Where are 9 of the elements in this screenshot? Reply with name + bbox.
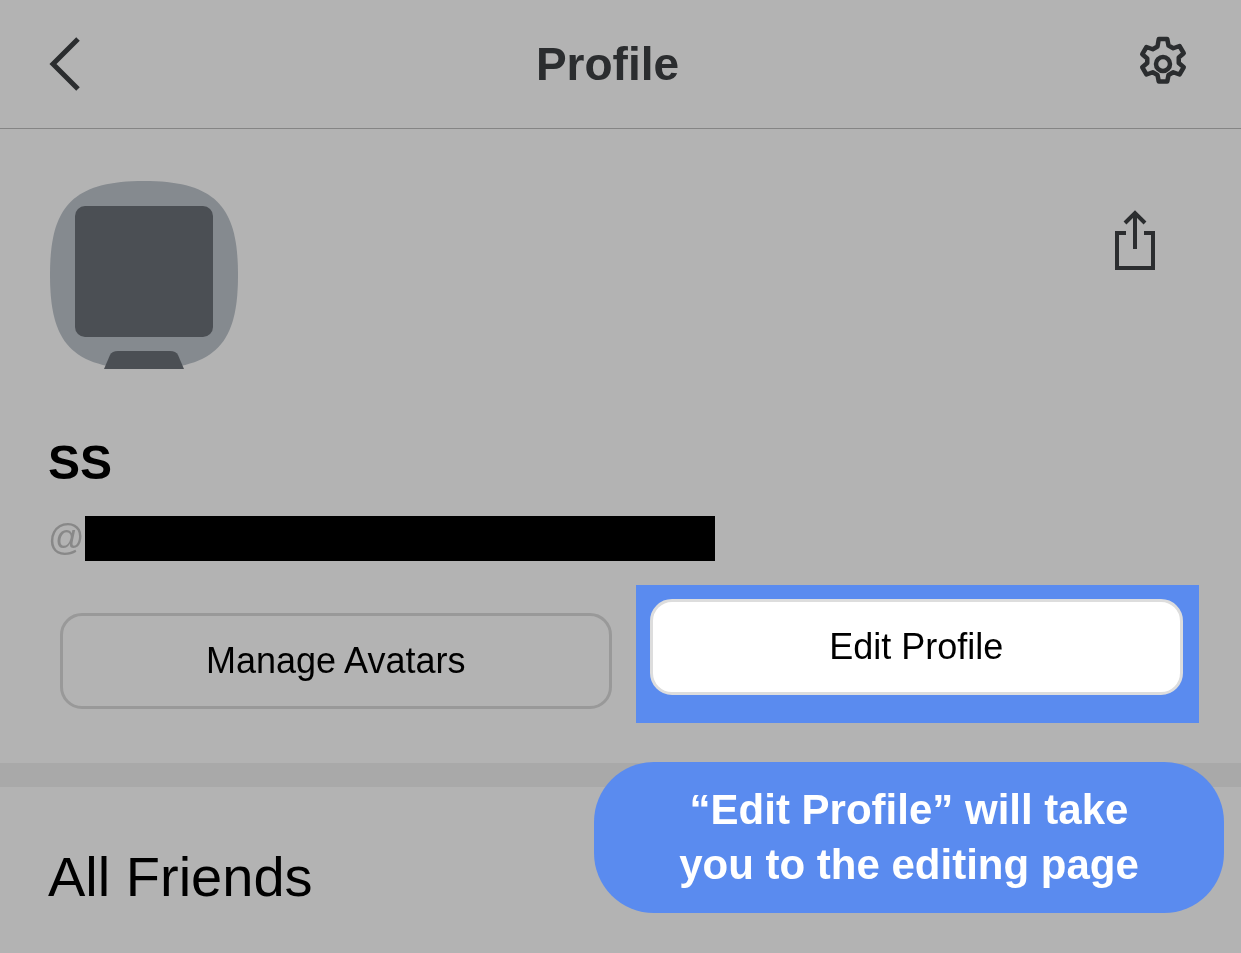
section-title: All Friends [48, 849, 313, 905]
back-icon[interactable] [48, 36, 82, 92]
outline-button[interactable]: Manage Avatars [60, 613, 612, 709]
page-title: Profile [535, 36, 680, 92]
highlighted-button[interactable]: Edit Profile [649, 599, 1183, 695]
callout-bubble: “Edit Profile” will take you to the editing page [594, 762, 1224, 913]
user-name: SS [48, 439, 114, 487]
share-icon[interactable] [1113, 209, 1157, 271]
handle-prefix: @ [48, 516, 85, 560]
